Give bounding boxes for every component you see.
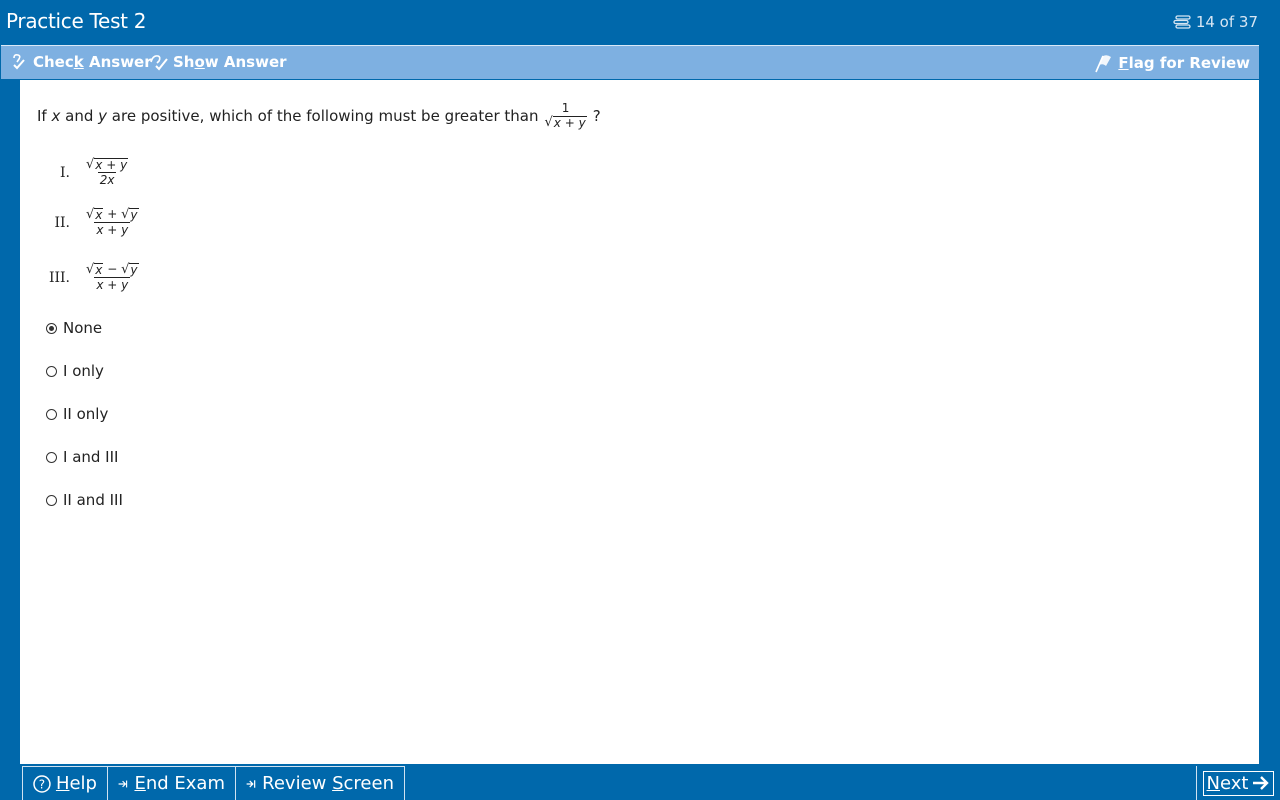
flag-icon bbox=[1095, 55, 1112, 73]
radio-button[interactable] bbox=[46, 322, 57, 334]
exit-icon bbox=[118, 780, 128, 787]
toolbar: Check Answer Show Answer Flag for Review bbox=[1, 45, 1259, 79]
choice-i-and-iii[interactable]: I and III bbox=[46, 448, 118, 466]
next-container: Next bbox=[1196, 766, 1280, 800]
flag-for-review-button[interactable]: Flag for Review bbox=[1094, 53, 1250, 73]
arrow-bar-icon bbox=[246, 779, 256, 788]
question-counter: 14 of 37 bbox=[1172, 13, 1258, 31]
help-icon: ? bbox=[33, 774, 51, 793]
radio-button[interactable] bbox=[46, 408, 57, 420]
exam-title: Practice Test 2 bbox=[6, 9, 147, 33]
radio-button[interactable] bbox=[46, 494, 57, 506]
radio-button[interactable] bbox=[46, 365, 57, 377]
help-button[interactable]: ? Help bbox=[22, 766, 108, 800]
statement-iii: III. √ x − √ y x + y bbox=[48, 262, 139, 292]
statement-i: I. √ x + y 2x bbox=[60, 157, 129, 187]
review-screen-button[interactable]: Review Screen bbox=[235, 766, 405, 800]
end-exam-button[interactable]: End Exam bbox=[107, 766, 236, 800]
question-fraction: 1 √ x + y bbox=[544, 101, 587, 130]
show-answer-button[interactable]: Show Answer bbox=[149, 53, 287, 71]
arrow-right-icon bbox=[1253, 776, 1270, 790]
svg-text:?: ? bbox=[39, 777, 45, 791]
show-answer-icon bbox=[150, 55, 168, 71]
radio-button[interactable] bbox=[46, 451, 57, 463]
question-panel: If x and y are positive, which of the fo… bbox=[20, 80, 1259, 764]
statement-ii: II. √ x + √ y x + y bbox=[54, 207, 139, 237]
choice-ii-only[interactable]: II only bbox=[46, 405, 108, 423]
bottom-bar: ? Help End Exam Review Screen Next bbox=[20, 764, 1280, 800]
choice-none[interactable]: None bbox=[46, 319, 102, 337]
pages-icon bbox=[1173, 15, 1191, 29]
choice-i-only[interactable]: I only bbox=[46, 362, 104, 380]
check-answer-icon bbox=[13, 54, 25, 70]
choice-ii-and-iii[interactable]: II and III bbox=[46, 491, 123, 509]
next-button[interactable]: Next bbox=[1202, 770, 1275, 796]
check-answer-button[interactable]: Check Answer bbox=[11, 53, 152, 71]
question-text: If x and y are positive, which of the fo… bbox=[37, 101, 601, 130]
counter-text: 14 of 37 bbox=[1195, 13, 1258, 31]
title-bar: Practice Test 2 14 of 37 bbox=[0, 0, 1280, 44]
